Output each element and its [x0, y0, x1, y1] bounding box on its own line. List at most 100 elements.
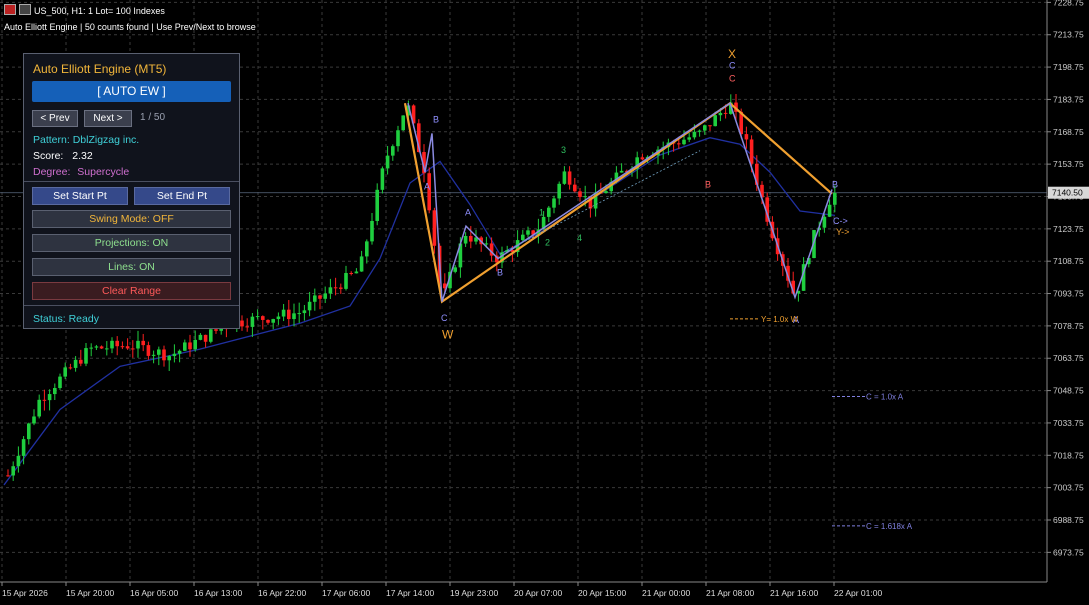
candle-body	[573, 184, 577, 192]
wave-label: C	[729, 61, 736, 71]
candle-body	[276, 316, 281, 320]
set-start-button[interactable]: Set Start Pt	[32, 187, 128, 205]
candle-body	[302, 310, 307, 314]
wave-label: B	[497, 268, 503, 278]
score-label: Score:	[33, 150, 64, 162]
candle-body	[266, 319, 270, 323]
time-tick-label: 21 Apr 00:00	[642, 588, 690, 598]
candle-body	[281, 309, 286, 317]
wave-label: B	[832, 179, 838, 189]
score-row: Score: 2.32	[33, 150, 93, 162]
candle-body	[198, 334, 203, 340]
current-price-label: 7140.50	[1052, 188, 1083, 198]
projections-button[interactable]: Projections: ON	[32, 234, 231, 252]
candle-body	[177, 350, 182, 354]
auto-ew-button[interactable]: [ AUTO EW ]	[32, 81, 231, 102]
candle-body	[203, 334, 208, 342]
projection-label: C = 1.0x A	[866, 393, 904, 402]
wave-label: X	[728, 47, 736, 61]
candle-body	[640, 157, 645, 160]
prev-button[interactable]: < Prev	[32, 110, 78, 127]
candle-body	[547, 207, 551, 217]
wave-labels: BAABCW1234XCCBABC->Y->	[424, 47, 849, 341]
candle-body	[359, 256, 364, 272]
projection-label: C = 1.618x A	[866, 522, 913, 531]
degree-value: Supercycle	[77, 166, 130, 178]
candle-body	[328, 287, 333, 294]
price-tick-label: 7078.75	[1053, 321, 1084, 331]
candle-body	[250, 316, 255, 327]
candle-body	[131, 348, 135, 350]
chart-icon[interactable]	[4, 4, 16, 15]
price-axis: 7228.75 7213.75 7198.75 7183.75 7168.75 7153.…	[1046, 0, 1089, 582]
symbol-header: US_500, H1: 1 Lot= 100 Indexes	[34, 6, 165, 16]
status-text: Status: Ready	[33, 313, 99, 325]
time-tick-label: 20 Apr 07:00	[514, 588, 562, 598]
candle-body	[37, 399, 41, 417]
lines-button[interactable]: Lines: ON	[32, 258, 231, 276]
price-tick-label: 7153.75	[1053, 159, 1084, 169]
wave-label: W	[442, 327, 454, 341]
candle-body	[292, 313, 296, 320]
price-tick-label: 7198.75	[1053, 62, 1084, 72]
candle-body	[53, 388, 57, 395]
candle-body	[323, 293, 327, 299]
time-tick-label: 17 Apr 14:00	[386, 588, 434, 598]
wave-label: A	[424, 181, 430, 191]
divider	[24, 181, 239, 182]
price-tick-label: 7108.75	[1053, 256, 1084, 266]
price-tick-label: 7018.75	[1053, 450, 1084, 460]
candle-body	[27, 423, 31, 440]
wave-label: 2	[545, 238, 550, 248]
candle-body	[380, 168, 385, 190]
candle-body	[255, 316, 260, 318]
time-tick-label: 21 Apr 08:00	[706, 588, 754, 598]
candle-body	[245, 326, 249, 328]
candle-body	[21, 439, 26, 456]
info-header: Auto Elliott Engine | 50 counts found | …	[4, 22, 256, 32]
candle-body	[562, 171, 567, 184]
wave-label: B	[705, 179, 711, 189]
candle-body	[209, 329, 213, 342]
wave-label: B	[433, 115, 439, 125]
candle-body	[261, 316, 265, 320]
candle-body	[183, 342, 187, 351]
candle-body	[349, 272, 353, 274]
candle-body	[385, 155, 390, 169]
price-tick-label: 7048.75	[1053, 386, 1084, 396]
candle-body	[58, 376, 62, 389]
window-icon[interactable]	[19, 4, 31, 15]
candle-body	[391, 146, 395, 156]
candle-body	[682, 139, 686, 145]
clear-range-button[interactable]: Clear Range	[32, 282, 231, 300]
candle-body	[157, 349, 161, 355]
candle-body	[604, 191, 608, 193]
wave-label: 1	[539, 207, 544, 217]
price-tick-label: 7183.75	[1053, 94, 1084, 104]
wave-label: C	[441, 313, 448, 323]
next-button[interactable]: Next >	[84, 110, 132, 127]
candle-body	[188, 342, 192, 350]
score-value: 2.32	[72, 150, 93, 162]
degree-label: Degree:	[33, 166, 71, 178]
price-tick-label: 7063.75	[1053, 353, 1084, 363]
candle-body	[16, 455, 21, 467]
set-end-button[interactable]: Set End Pt	[134, 187, 230, 205]
candle-body	[297, 313, 301, 315]
candle-body	[47, 394, 52, 401]
wave-label: Y->	[836, 227, 849, 237]
candle-body	[822, 216, 827, 228]
time-tick-label: 19 Apr 23:00	[450, 588, 498, 598]
candle-body	[453, 267, 457, 272]
time-tick-label: 16 Apr 05:00	[130, 588, 178, 598]
time-axis: 15 Apr 2026 15 Apr 20:00 16 Apr 05:00 16 Ap…	[0, 581, 1047, 598]
candle-body	[583, 196, 587, 198]
candle-body	[713, 115, 717, 127]
price-tick-label: 7033.75	[1053, 418, 1084, 428]
time-tick-label: 16 Apr 13:00	[194, 588, 242, 598]
price-tick-label: 7168.75	[1053, 127, 1084, 137]
candle-body	[526, 230, 530, 235]
candle-body	[115, 340, 119, 347]
swing-mode-button[interactable]: Swing Mode: OFF	[32, 210, 231, 228]
candle-body	[484, 243, 489, 245]
